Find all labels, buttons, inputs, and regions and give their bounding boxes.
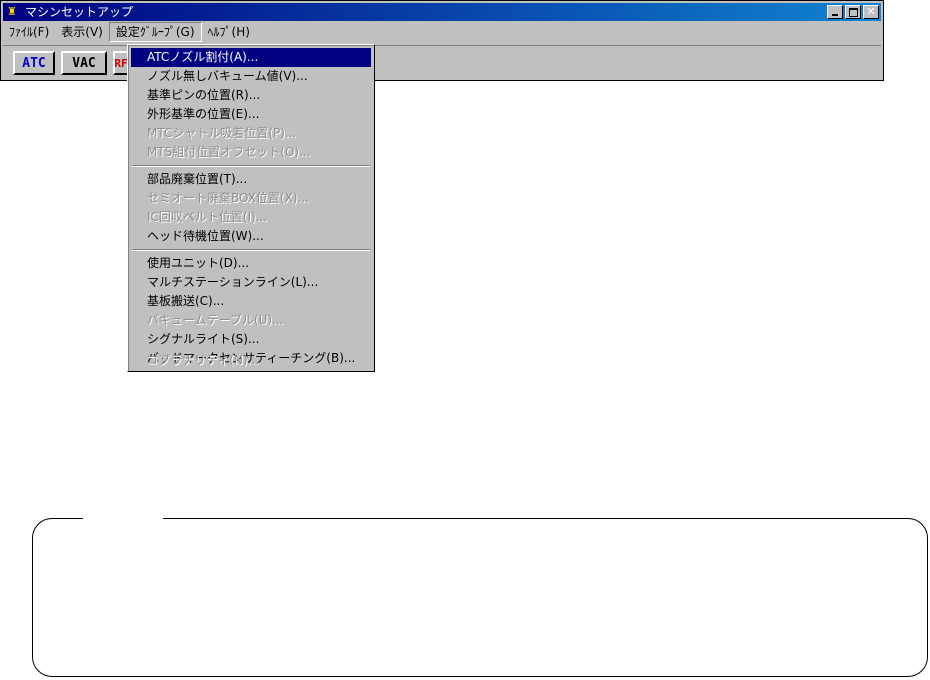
menu-item-part-discard-position[interactable]: 部品廃棄位置(T)... <box>131 170 371 189</box>
window-title: マシンセットアップ <box>25 5 134 19</box>
menu-item-board-transport[interactable]: 基板搬送(C)... <box>131 292 371 311</box>
menu-settings-group[interactable]: 設定ｸﾞﾙｰﾌﾟ(G) <box>108 22 202 42</box>
menu-help[interactable]: ﾍﾙﾌﾟ(H) <box>202 22 256 42</box>
menu-item-atc-nozzle-assign[interactable]: ATCノズル割付(A)... <box>131 48 371 67</box>
menu-item-coplanarity: コプラナリティ(N)... <box>146 353 260 367</box>
menu-separator <box>132 165 370 167</box>
menu-separator <box>132 249 370 251</box>
menu-item-vacuum-table: バキュームテーブル(U)... <box>147 313 284 327</box>
menu-item-mts-assembly-offset: MTS組付位置オフセット(O)... <box>147 145 311 159</box>
close-icon: ✕ <box>866 5 876 18</box>
minimize-button[interactable] <box>827 5 843 19</box>
menu-item-signal-light[interactable]: シグナルライト(S)... <box>131 330 371 349</box>
vac-button[interactable]: VAC <box>61 51 107 75</box>
note-panel <box>32 517 928 677</box>
menu-item-reference-pin-position[interactable]: 基準ピンの位置(R)... <box>131 86 371 105</box>
maximize-button[interactable] <box>845 5 861 19</box>
menu-item-head-standby-position[interactable]: ヘッド待機位置(W)... <box>131 227 371 246</box>
menu-bar: ﾌｧｲﾙ(F) 表示(V) 設定ｸﾞﾙｰﾌﾟ(G) ﾍﾙﾌﾟ(H) <box>3 22 881 42</box>
maximize-icon <box>848 7 858 17</box>
atc-button[interactable]: ATC <box>13 51 55 75</box>
title-bar[interactable]: ♜ マシンセットアップ ✕ <box>3 3 881 21</box>
settings-group-dropdown: ATCノズル割付(A)... ノズル無しバキューム値(V)... 基準ピンの位置… <box>127 44 375 372</box>
menu-item-no-nozzle-vacuum[interactable]: ノズル無しバキューム値(V)... <box>131 67 371 86</box>
menu-view[interactable]: 表示(V) <box>55 22 109 42</box>
menu-item-mtc-shuttle-pickup: MTCシャトル吸着位置(P)... <box>147 126 297 140</box>
menu-item-used-units[interactable]: 使用ユニット(D)... <box>131 254 371 273</box>
panel-label-gap <box>83 517 163 521</box>
menu-item-ic-collect-belt: IC回収ベルト位置(I)... <box>147 210 268 224</box>
menu-item-semiauto-discard-box: セミオート廃棄BOX位置(X)... <box>147 191 309 205</box>
menu-file[interactable]: ﾌｧｲﾙ(F) <box>3 22 55 42</box>
tools-icon: ♜ <box>7 5 17 18</box>
menu-item-multistation-line[interactable]: マルチステーションライン(L)... <box>131 273 371 292</box>
menu-item-outline-reference-position[interactable]: 外形基準の位置(E)... <box>131 105 371 124</box>
close-button[interactable]: ✕ <box>863 5 879 19</box>
minimize-icon <box>832 14 838 16</box>
